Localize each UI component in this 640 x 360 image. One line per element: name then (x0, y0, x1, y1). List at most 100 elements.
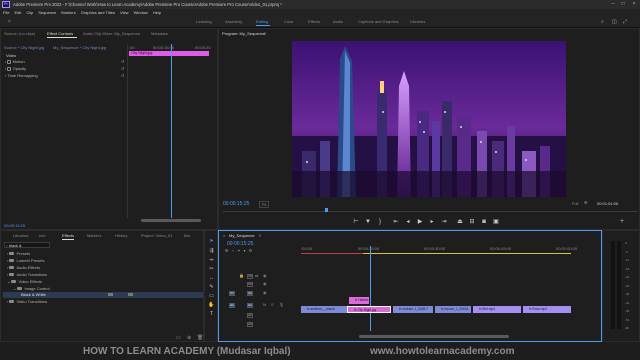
menu-sequence[interactable]: Sequence (38, 9, 56, 16)
tab-effect-controls[interactable]: Effect Controls (47, 31, 73, 36)
workspace-effects[interactable]: Effects (308, 19, 320, 24)
selection-tool-icon[interactable]: ➤ (208, 238, 215, 245)
clip-v1-3[interactable]: fx repose_1_00634 (435, 306, 471, 313)
track-target-v2[interactable]: V2 (247, 282, 253, 287)
lock-icon[interactable]: 🔒 (239, 273, 244, 278)
program-scrubber[interactable] (223, 211, 637, 212)
ec-scrollbar[interactable] (141, 219, 201, 222)
close-icon[interactable]: × (629, 1, 639, 8)
ec-playhead[interactable] (171, 44, 172, 218)
tab-history[interactable]: History (115, 233, 127, 238)
tab-libraries[interactable]: Libraries (13, 233, 28, 238)
workspace-libraries[interactable]: Libraries (410, 19, 425, 24)
clip-v1-0[interactable]: fx amtmos_-_wandi (301, 306, 347, 313)
fullscreen-icon[interactable]: ⤢ (623, 19, 627, 25)
timeline-timecode[interactable]: 00:00:15:25 (227, 241, 253, 247)
ec-row-opacity[interactable]: › Opacity (5, 66, 26, 71)
ec-row-time-remapping[interactable]: › Time Remapping (5, 73, 38, 78)
go-to-in-icon[interactable]: ⇤ (393, 219, 399, 225)
tab-metadata[interactable]: Metadata (151, 31, 168, 36)
tree-item-presets[interactable]: › Presets (7, 251, 30, 256)
tree-item-image-control[interactable]: ⌄ Image Control (13, 286, 50, 291)
play-icon[interactable]: ▶ (417, 219, 423, 225)
delete-icon[interactable]: 🗑 (197, 335, 203, 341)
menu-edit[interactable]: Edit (14, 9, 21, 16)
tree-item-black-white[interactable]: Black & White (3, 292, 203, 298)
export-frame-icon[interactable]: ◙ (481, 219, 487, 225)
mark-out-icon[interactable]: } (377, 219, 383, 225)
fit-dropdown[interactable]: Fit (259, 201, 270, 208)
solo-icon[interactable]: S (271, 302, 274, 307)
add-button-icon[interactable]: + (619, 219, 625, 225)
search-icon[interactable]: ⌕ (601, 19, 604, 25)
rectangle-tool-icon[interactable]: ▭ (208, 293, 215, 300)
tab-effects[interactable]: Effects (62, 233, 74, 238)
panel-menu-icon[interactable]: ≡ (264, 31, 266, 36)
clip-v2-title[interactable]: fx Halsed (349, 297, 369, 304)
source-patch-v1[interactable]: V1 (229, 291, 235, 296)
track-target-v3[interactable]: V3 (247, 274, 253, 279)
tab-source[interactable]: Source: (no clips) (4, 31, 35, 36)
tree-item-video-effects[interactable]: ⌄ Video Effects (7, 279, 42, 284)
tree-item-lumetri[interactable]: › Lumetri Presets (7, 258, 44, 263)
step-back-icon[interactable]: ◂ (405, 219, 411, 225)
hand-tool-icon[interactable]: ✋ (208, 302, 215, 309)
tab-info[interactable]: Info (39, 233, 46, 238)
menu-markers[interactable]: Markers (61, 9, 75, 16)
workspace-audio[interactable]: Audio (333, 19, 343, 24)
slip-tool-icon[interactable]: ↔ (208, 275, 215, 282)
ec-row-motion[interactable]: › Motion (5, 59, 25, 64)
reset-opacity-icon[interactable]: ↺ (121, 66, 124, 71)
quality-dropdown[interactable]: Full (572, 201, 578, 206)
razor-tool-icon[interactable]: ✂ (208, 266, 215, 273)
workspace-editing[interactable]: Editing (256, 19, 268, 24)
effects-search-input[interactable]: ⌕ black & (4, 242, 50, 248)
pen-tool-icon[interactable]: ✎ (208, 284, 215, 291)
extract-icon[interactable]: ⊟ (469, 219, 475, 225)
workspace-assembly[interactable]: Assembly (225, 19, 242, 24)
panel-menu-icon[interactable]: ≡ (259, 233, 261, 238)
settings-wrench-icon[interactable]: ⚙ (584, 200, 588, 205)
notifications-icon[interactable]: ◫ (612, 19, 617, 25)
clip-v1-1[interactable]: fx City Night.jpg (347, 306, 391, 313)
ripple-edit-tool-icon[interactable]: ⟛ (208, 257, 215, 264)
program-playhead[interactable] (325, 208, 328, 212)
menu-clip[interactable]: Clip (26, 9, 33, 16)
maximize-icon[interactable]: □ (618, 1, 628, 8)
go-to-out-icon[interactable]: ⇥ (441, 219, 447, 225)
tree-item-audio-effects[interactable]: › Audio Effects (7, 265, 40, 270)
clip-selector[interactable]: Source * City Night.jpg (4, 45, 44, 50)
tab-markers[interactable]: Markers (87, 233, 101, 238)
sync-lock-icon[interactable]: ⇄ (255, 273, 258, 278)
eye-icon[interactable]: ◉ (263, 273, 267, 278)
tab-project[interactable]: Project: Video_01 (141, 233, 173, 238)
track-select-tool-icon[interactable]: ⇶ (208, 248, 215, 255)
source-patch-a1[interactable]: A1 (229, 303, 235, 308)
clip-v1-5[interactable]: fx Rosa.mp4 (523, 306, 571, 313)
type-tool-icon[interactable]: T (208, 311, 215, 318)
menu-view[interactable]: View (120, 9, 129, 16)
clip-v1-4[interactable]: fx Bhit.mp4 (473, 306, 521, 313)
track-target-a3[interactable]: A3 (247, 322, 253, 327)
track-target-a2[interactable]: A2 (247, 313, 253, 318)
tree-item-video-transitions[interactable]: › Video Transitions (7, 299, 47, 304)
chevron-right-icon[interactable]: › (5, 66, 6, 71)
lift-icon[interactable]: ⏏ (457, 219, 463, 225)
mark-in-icon[interactable]: ▼ (365, 219, 371, 225)
chevron-right-icon[interactable]: › (5, 59, 6, 64)
eye-icon[interactable]: ◉ (263, 290, 267, 295)
menu-help[interactable]: Help (153, 9, 161, 16)
add-marker-icon[interactable]: ⊢ (353, 219, 359, 225)
menu-window[interactable]: Window (134, 9, 148, 16)
timeline-scrollbar[interactable] (359, 335, 509, 338)
eye-icon[interactable]: ◉ (263, 281, 267, 286)
wrench-icon[interactable]: ⚙ (249, 248, 256, 253)
tab-audio-mixer[interactable]: Audio Clip Mixer: My_Sequence (83, 31, 140, 36)
menu-file[interactable]: File (3, 9, 9, 16)
comparison-view-icon[interactable]: ▣ (493, 219, 499, 225)
workspace-color[interactable]: Color (284, 19, 294, 24)
new-item-icon[interactable]: ⊕ (187, 335, 191, 341)
reset-motion-icon[interactable]: ↺ (121, 59, 124, 64)
track-target-a1[interactable]: A1 (247, 303, 253, 308)
tree-item-audio-transitions[interactable]: › Audio Transitions (7, 272, 47, 277)
